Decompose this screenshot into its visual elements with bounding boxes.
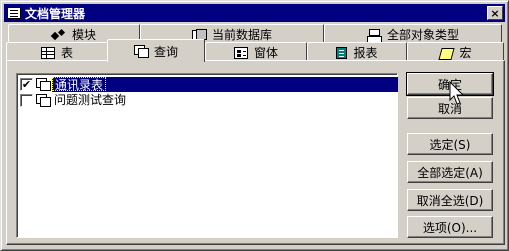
list-item-label: 问题测试查询 [54,93,127,107]
select-button[interactable]: 选定(S) [407,133,493,155]
item-checkbox[interactable] [20,93,33,107]
app-icon [7,7,21,19]
select-all-button[interactable]: 全部选定(A) [407,161,493,183]
query-icon [36,94,51,107]
tab-label: 模块 [71,28,96,42]
tab-macros[interactable]: 宏 [407,42,504,62]
module-icon [52,29,66,41]
tab-label: 报表 [353,46,378,60]
pointer-cursor-icon [449,81,465,105]
tab-label: 表 [60,46,73,60]
tab-label: 窗体 [253,46,278,60]
title-bar[interactable]: 文档管理器 × [4,4,505,22]
table-icon [40,46,55,59]
tab-tables[interactable]: 表 [6,42,108,62]
all-objects-icon [366,28,382,43]
tab-label: 宏 [459,46,472,60]
list-item-label: 通讯录表 [52,77,107,92]
tab-content-panel: ✔ 通讯录表 问题测试查询 确定 取消 选定(S) 全部选定(A) 取消全选(D… [6,60,505,245]
list-item[interactable]: 问题测试查询 [19,92,395,108]
tab-forms[interactable]: 窗体 [205,42,307,62]
query-icon [36,78,51,91]
list-item[interactable]: ✔ 通讯录表 [19,76,398,92]
query-icon [133,45,149,58]
close-button[interactable]: × [487,6,503,20]
object-list[interactable]: ✔ 通讯录表 问题测试查询 [16,73,398,238]
deselect-all-button[interactable]: 取消全选(D) [407,189,493,211]
tab-label: 当前数据库 [211,28,272,42]
tab-reports[interactable]: 报表 [307,42,407,62]
tab-label: 查询 [153,44,178,59]
options-button[interactable]: 选项(O)... [407,216,493,238]
window-title: 文档管理器 [25,6,86,21]
report-icon [336,46,348,59]
tab-queries[interactable]: 查询 [107,39,205,62]
tab-label: 全部对象类型 [386,28,459,42]
form-icon [233,46,248,59]
tab-all-object-types[interactable]: 全部对象类型 [324,24,502,44]
document-manager-window: 文档管理器 × 模块 当前数据库 全部对象类型 表 查询 窗体 报表 宏 ✔ 通… [0,0,509,251]
macro-icon [439,47,453,59]
item-checkbox[interactable]: ✔ [20,77,33,91]
